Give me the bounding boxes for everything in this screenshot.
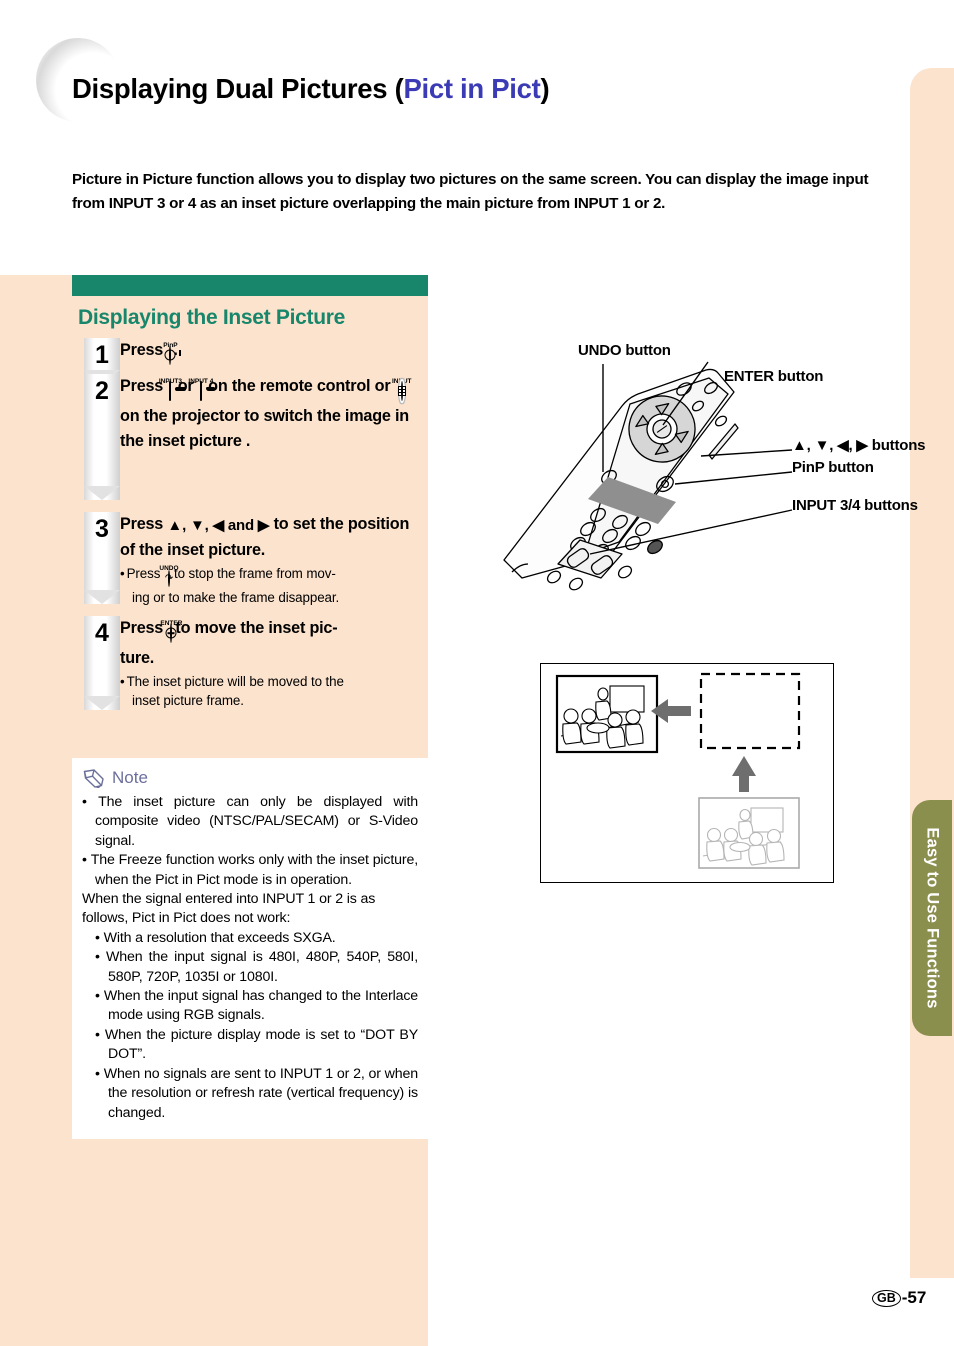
step-4-line2: ture.: [120, 649, 155, 667]
note-sub-bullet: • When the picture display mode is set t…: [95, 1026, 419, 1063]
remote-control-diagram: UNDO button ENTER button ▲, ▼, ◀, ▶ butt…: [462, 332, 926, 592]
step-badge-tip: [84, 486, 120, 500]
step-4-number: 4: [95, 619, 109, 647]
step-4: 4 Press ENTER to move the inset pic- tur…: [72, 616, 428, 716]
note-sub-bullet-text: When the picture display mode is set to …: [104, 1026, 419, 1063]
note-bullet: • The inset picture can only be displaye…: [82, 794, 418, 849]
step-2-prefix: Press: [120, 377, 164, 395]
note-sub-bullet: • With a resolution that exceeds SXGA.: [95, 929, 336, 946]
step-2-mid-text: on the remote control or: [208, 377, 391, 395]
input4-button-icon: INPUT 4: [188, 378, 213, 404]
pencil-icon: [83, 769, 104, 788]
region-badge: GB: [872, 1289, 901, 1307]
note-bullet: • The Freeze function works only with th…: [82, 852, 419, 888]
enter-button-icon: ENTER: [160, 620, 182, 646]
pip-concept-illustration: [540, 663, 834, 883]
page-title-main: Displaying Dual Pictures (: [72, 73, 404, 105]
note-bullet-text: The Freeze function works only with the …: [90, 852, 419, 888]
step-3-number: 3: [95, 515, 109, 543]
callout-undo-button: UNDO button: [578, 342, 671, 359]
callout-direction-buttons: ▲, ▼, ◀, ▶ buttons: [792, 437, 926, 454]
callout-enter-button: ENTER button: [724, 368, 824, 385]
step-4-text: Press ENTER to move the inset pic- ture.: [120, 616, 428, 671]
page-title: Displaying Dual Pictures (Pict in Pict): [72, 73, 550, 105]
page-number: -57: [901, 1288, 927, 1307]
step-badge-tip: [84, 696, 120, 710]
step-1-text: Press PinP .: [120, 338, 428, 368]
step-3-text: Press ▲, ▼, ◀ and ▶ to set the position …: [120, 512, 428, 563]
step-3-bullet-suffix: to stop the frame from mov-: [173, 566, 336, 581]
leader-pinp: [674, 471, 793, 485]
step-4-suffix: to move the inset pic-: [175, 619, 338, 637]
step-4-bullet-line2: inset picture frame.: [132, 693, 244, 708]
direction-arrows-icon: ▲, ▼, ◀ and ▶: [167, 517, 270, 534]
step-1-number: 1: [95, 341, 109, 369]
section-accent-bar: [72, 275, 428, 296]
step-1: 1 Press PinP .: [72, 338, 428, 384]
pip-illustration-svg: [555, 672, 801, 869]
note-plain-text: When the signal entered into INPUT 1 or …: [82, 891, 376, 927]
step-2-badge: 2: [84, 374, 120, 500]
note-bullet-text: The inset picture can only be displayed …: [95, 794, 418, 849]
step-3-bullet: • Press UNDO ↷ to stop the frame from mov…: [120, 564, 428, 607]
side-tab-easy-to-use-functions: Easy to Use Functions: [912, 800, 952, 1036]
note-sub-bullet-text: When no signals are sent to INPUT 1 or 2…: [103, 1065, 418, 1121]
step-2-number: 2: [95, 377, 109, 405]
note-sub-bullet-text: When the input signal is 480I, 480P, 540…: [106, 949, 418, 985]
callout-pinp-button: PinP button: [792, 459, 874, 476]
note-label: Note: [112, 768, 148, 787]
side-tab-label: Easy to Use Functions: [923, 827, 942, 1009]
step-3-badge: 3: [84, 512, 120, 604]
step-1-prefix: Press: [120, 341, 164, 359]
inset-picture-frame-dashed: [699, 672, 801, 750]
page-footer: GB -57: [872, 1288, 926, 1308]
step-3-bullet-line2: ing or to make the frame disappear.: [132, 590, 340, 605]
right-peach-band: [910, 68, 954, 1278]
arrow-up-icon: [732, 756, 756, 792]
note-list: • The inset picture can only be displaye…: [82, 793, 418, 1123]
instructions-body: Displaying the Inset Picture 1 Press Pin…: [72, 296, 428, 726]
undo-button-icon: UNDO ↷: [159, 565, 179, 588]
note-box: Note • The inset picture can only be dis…: [72, 758, 428, 1139]
step-3: 3 Press ▲, ▼, ◀ and ▶ to set the positio…: [72, 512, 428, 610]
pinp-button-icon: PinP: [163, 342, 181, 368]
note-sub-bullet: • When no signals are sent to INPUT 1 or…: [95, 1065, 418, 1121]
step-2: 2 Press INPUT3 or INPUT 4 on the remote …: [72, 374, 428, 506]
step-2-text: Press INPUT3 or INPUT 4 on the remote co…: [120, 374, 428, 454]
scalloped-divider: [72, 744, 428, 758]
step-3-text-a: Press: [120, 515, 164, 533]
step-3-bullet-prefix: Press: [126, 566, 161, 581]
note-header: Note: [82, 768, 418, 788]
step-badge-tip: [84, 590, 120, 604]
input3-button-icon: INPUT3: [159, 378, 182, 404]
note-sub-bullet: • When the input signal has changed to t…: [95, 988, 419, 1024]
intro-paragraph: Picture in Picture function allows you t…: [72, 171, 869, 213]
page-title-accent: Pict in Pict: [403, 73, 541, 105]
step-4-bullet-line1: The inset picture will be moved to the: [126, 674, 344, 689]
note-sub-bullet: • When the input signal is 480I, 480P, 5…: [95, 949, 418, 985]
note-sub-bullet-text: When the input signal has changed to the…: [103, 988, 419, 1024]
step-4-badge: 4: [84, 616, 120, 710]
note-sub-bullet-text: With a resolution that exceeds SXGA.: [103, 929, 336, 946]
step-2-suffix: on the projector to switch the image in …: [120, 407, 409, 450]
callout-input34-buttons: INPUT 3/4 buttons: [792, 497, 918, 514]
step-4-prefix: Press: [120, 619, 164, 637]
section-heading: Displaying the Inset Picture: [78, 306, 345, 329]
projector-input-button-icon: INPUT: [392, 378, 411, 404]
instructions-panel: Displaying the Inset Picture 1 Press Pin…: [72, 275, 428, 726]
page-title-tail: ): [540, 73, 550, 105]
step-4-bullet: • The inset picture will be moved to the …: [120, 672, 428, 710]
